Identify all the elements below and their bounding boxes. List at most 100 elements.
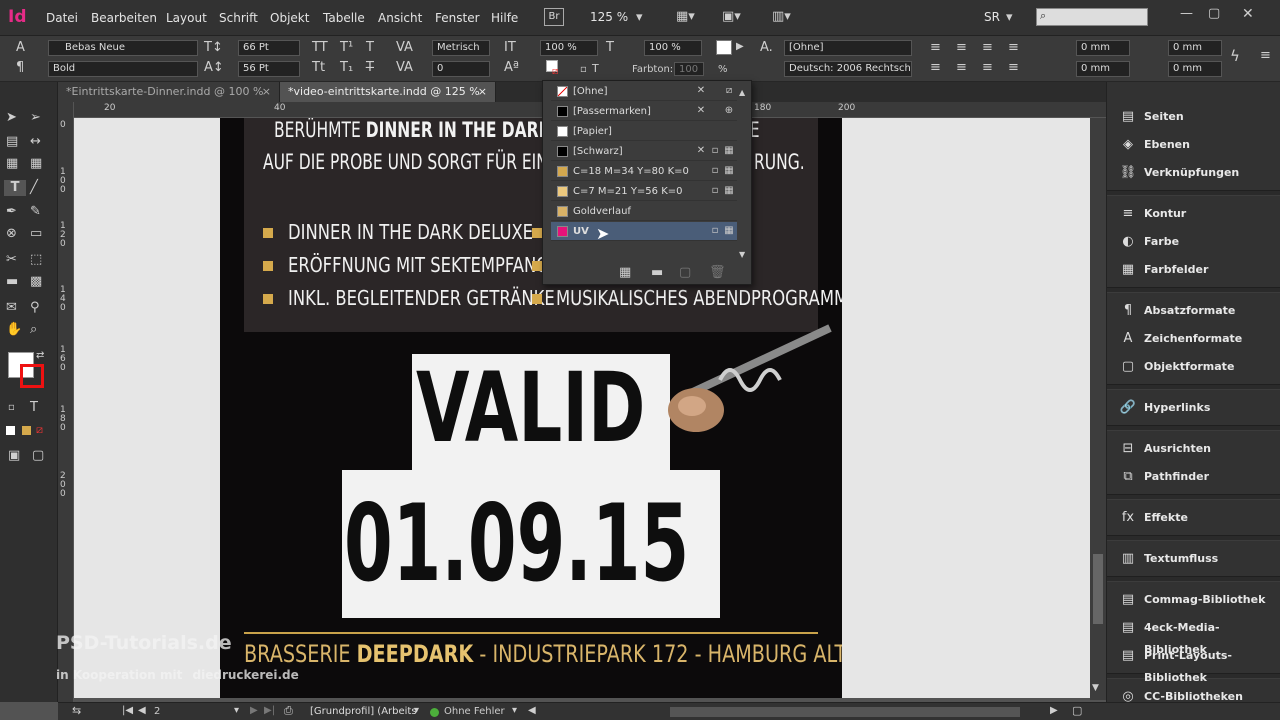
errors-dropdown-icon[interactable]: ▾	[512, 703, 517, 719]
justify-left-icon[interactable]: ≡	[930, 60, 941, 76]
scroll-right-icon[interactable]: ▶	[1050, 703, 1058, 719]
subscript-icon[interactable]: T₁	[340, 60, 353, 76]
menu-layout[interactable]: Layout	[166, 11, 207, 25]
justify-center-icon[interactable]: ≡	[956, 60, 967, 76]
menu-tabelle[interactable]: Tabelle	[323, 11, 365, 25]
horizontal-scale-field[interactable]: 100 %	[644, 40, 702, 56]
help-search-input[interactable]: ⌕	[1036, 8, 1148, 26]
apply-none-icon[interactable]: ⧄	[36, 422, 43, 438]
user-initials[interactable]: SR	[984, 10, 1000, 24]
preflight-icon[interactable]: ⇆	[72, 703, 81, 719]
gap-tool-icon[interactable]: ↔	[30, 134, 41, 150]
screen-mode-tool-icon[interactable]: ▢	[32, 448, 44, 464]
character-mode-icon[interactable]: A	[16, 40, 25, 56]
tracking-field[interactable]: 0	[432, 61, 490, 77]
next-page-icon[interactable]: ▶	[250, 703, 258, 719]
swatch-row[interactable]: C=7 M=21 Y=56 K=0 ▫ ▦	[551, 182, 737, 201]
preflight-profile[interactable]: [Grundprofil] (Arbeits...	[306, 705, 416, 719]
all-caps-icon[interactable]: TT	[312, 40, 328, 56]
align-left-icon[interactable]: ≡	[930, 40, 941, 56]
open-page-icon[interactable]: ⎙	[284, 703, 293, 719]
menu-fenster[interactable]: Fenster	[435, 11, 480, 25]
font-size-field[interactable]: 66 Pt	[238, 40, 300, 56]
fill-swatch[interactable]	[716, 40, 732, 55]
panel-farbe[interactable]: ◐ Farbe	[1117, 231, 1277, 253]
stroke-color-box[interactable]	[20, 364, 44, 388]
previous-page-icon[interactable]: ◀	[138, 703, 146, 719]
right-indent-field[interactable]: 0 mm	[1168, 40, 1222, 56]
panel-seiten[interactable]: ▤ Seiten	[1117, 106, 1277, 128]
scroll-left-icon[interactable]: ◀	[528, 703, 536, 719]
swatch-row[interactable]: [Papier]	[551, 122, 737, 141]
superscript-icon[interactable]: T¹	[340, 40, 353, 56]
scroll-down-icon[interactable]: ▼	[1092, 680, 1099, 696]
panel-effekte[interactable]: fx Effekte	[1117, 507, 1277, 529]
justify-all-icon[interactable]: ≡	[1008, 60, 1019, 76]
first-page-icon[interactable]: |◀	[122, 703, 133, 719]
content-collector-icon[interactable]: ▦	[6, 156, 18, 172]
swatch-row[interactable]: [Passermarken] ✕ ⊕	[551, 102, 737, 121]
user-dropdown-icon[interactable]: ▾	[1006, 10, 1013, 26]
date-box[interactable]: 01.09.15	[342, 470, 720, 618]
swatch-row[interactable]: Goldverlauf	[551, 202, 737, 221]
underline-icon[interactable]: T	[366, 40, 374, 56]
panel-hyperlinks[interactable]: 🔗 Hyperlinks	[1117, 397, 1277, 419]
justify-right-icon[interactable]: ≡	[982, 60, 993, 76]
page-number[interactable]: 2	[154, 706, 160, 717]
panel-absatzformate[interactable]: ¶ Absatzformate	[1117, 300, 1277, 322]
zoom-tool-icon[interactable]: ⌕	[30, 322, 37, 338]
panel-zeichenformate[interactable]: A Zeichenformate	[1117, 328, 1277, 350]
content-placer-icon[interactable]: ▦	[30, 156, 42, 172]
normal-view-icon[interactable]: ▣	[8, 448, 20, 464]
gradient-feather-tool-icon[interactable]: ▩	[30, 274, 42, 290]
gradient-swatch-tool-icon[interactable]: ▬	[6, 274, 18, 290]
small-caps-icon[interactable]: Tt	[312, 60, 325, 76]
menu-schrift[interactable]: Schrift	[219, 11, 258, 25]
page-dropdown-icon[interactable]: ▾	[234, 703, 239, 719]
rectangle-tool-icon[interactable]: ▭	[30, 226, 42, 242]
swatch-row[interactable]: [Schwarz] ✕ ▫ ▦	[551, 142, 737, 161]
tint-field[interactable]: 100	[674, 62, 704, 76]
arrange-documents-icon[interactable]: ▥▾	[772, 9, 791, 25]
swatch-row[interactable]: [Ohne] ✕ ⧄	[551, 82, 737, 101]
zoom-dropdown-icon[interactable]: ▾	[636, 10, 643, 26]
fill-dropdown-icon[interactable]: ▶	[736, 39, 744, 55]
swatch-row[interactable]: UV ▫ ▦	[551, 222, 737, 241]
panel-pathfinder[interactable]: ⧉ Pathfinder	[1117, 466, 1277, 488]
justify-icon[interactable]: ≡	[1008, 40, 1019, 56]
tab-eintrittskarte-dinner[interactable]: *Eintrittskarte-Dinner.indd @ 100 % ×	[58, 82, 280, 102]
note-tool-icon[interactable]: ✉	[6, 300, 17, 316]
maximize-icon[interactable]: ▢	[1208, 6, 1220, 22]
line-tool-icon[interactable]: ╱	[30, 180, 38, 196]
align-center-icon[interactable]: ≡	[956, 40, 967, 56]
tab-video-eintrittskarte[interactable]: *video-eintrittskarte.indd @ 125 % ×	[280, 82, 496, 102]
last-page-icon[interactable]: ▶|	[264, 703, 275, 719]
vertical-scrollbar[interactable]: ▼	[1090, 118, 1106, 700]
align-right-icon[interactable]: ≡	[982, 40, 993, 56]
scroll-down-icon[interactable]: ▼	[739, 247, 745, 263]
scissors-tool-icon[interactable]: ✂	[6, 252, 17, 268]
formatting-container-icon[interactable]: ▫	[8, 400, 15, 416]
valid-box[interactable]: VALID	[412, 352, 670, 474]
character-style-field[interactable]: [Ohne]	[784, 40, 912, 56]
first-line-indent-field[interactable]: 0 mm	[1076, 61, 1130, 77]
free-transform-tool-icon[interactable]: ⬚	[30, 252, 42, 268]
eyedropper-tool-icon[interactable]: ⚲	[30, 300, 40, 316]
scroll-up-icon[interactable]: ▲	[739, 85, 745, 101]
page-tool-icon[interactable]: ▤	[6, 134, 18, 150]
font-style-field[interactable]: Bold	[48, 61, 198, 77]
panel-farbfelder[interactable]: ▦ Farbfelder	[1117, 259, 1277, 281]
leading-field[interactable]: 56 Pt	[238, 61, 300, 77]
strikethrough-icon[interactable]: T̶	[366, 60, 374, 76]
menu-objekt[interactable]: Objekt	[270, 11, 309, 25]
swatch-row[interactable]: C=18 M=34 Y=80 K=0 ▫ ▦	[551, 162, 737, 181]
last-line-indent-field[interactable]: 0 mm	[1168, 61, 1222, 77]
view-options-icon[interactable]: ▦▾	[676, 9, 695, 25]
panel-4eck-media-bibliothek[interactable]: ▤ 4eck-Media-Bibliothek	[1117, 617, 1277, 656]
new-color-group-icon[interactable]: ▬	[651, 265, 663, 281]
panel-kontur[interactable]: ≡ Kontur	[1117, 203, 1277, 225]
kerning-field[interactable]: Metrisch	[432, 40, 490, 56]
apply-color-icon[interactable]	[6, 426, 15, 435]
formatting-text-icon[interactable]: T	[30, 400, 38, 416]
vertical-scale-field[interactable]: 100 %	[540, 40, 598, 56]
